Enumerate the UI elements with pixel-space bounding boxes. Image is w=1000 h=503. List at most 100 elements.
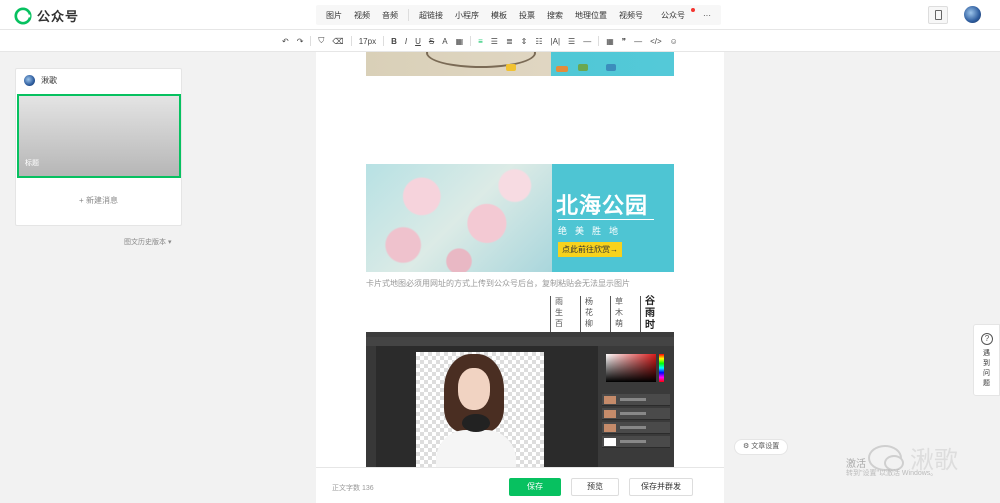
help-widget[interactable]: ? 遇到问题 <box>973 324 1000 396</box>
cherry-blossom-image <box>366 164 552 272</box>
banner-cta[interactable]: 点此前往欣赏→ <box>558 242 622 257</box>
ferris-wheel-image[interactable] <box>366 52 674 76</box>
ps-optionsbar <box>366 337 674 346</box>
vertical-text-column-title: 谷雨时 <box>645 296 655 331</box>
top-bar: 公众号 图片 视频 音频 超链接 小程序 模板 投票 搜索 地理位置 视频号 公… <box>0 0 1000 30</box>
ps-layer-row <box>602 436 670 448</box>
toolbar-divider <box>350 36 352 46</box>
ps-layer-row <box>602 408 670 420</box>
insert-link-menu[interactable]: 超链接 <box>413 10 449 21</box>
phone-preview-button[interactable] <box>928 6 948 24</box>
image-caption: 卡片式地图必须用网址的方式上传到公众号后台，复制粘贴会无法显示图片 <box>366 279 630 288</box>
ps-layer-row <box>602 422 670 434</box>
divider-icon[interactable]: — <box>579 37 595 46</box>
preview-button[interactable]: 预览 <box>571 478 619 496</box>
account-row: 湫歌 <box>24 75 57 86</box>
quote-icon[interactable]: ❞ <box>618 37 630 46</box>
windows-activate-subtext: 转到"设置"以激活 Windows。 <box>846 470 938 477</box>
undo-icon[interactable]: ↶ <box>278 37 293 46</box>
vertical-text-rule <box>580 296 581 336</box>
word-count: 正文字数 136 <box>332 485 374 492</box>
toolbar-divider <box>383 36 385 46</box>
save-button[interactable]: 保存 <box>509 478 561 496</box>
format-toolbar: ↶ ↷ ⛉ ⌫ 17px B I U S A ▦ ≡ ☰ ≣ ⇕ ☷ |A| ☰… <box>0 30 1000 52</box>
insert-menu: 图片 视频 音频 超链接 小程序 模板 投票 搜索 地理位置 视频号 公众号 ·… <box>316 5 721 25</box>
more-menu[interactable]: ··· <box>697 11 717 20</box>
format-painter-icon[interactable]: ⛉ <box>314 36 328 46</box>
beihai-park-banner[interactable]: 北海公园 绝美胜地 点此前往欣赏→ <box>366 164 674 272</box>
insert-audio-menu[interactable]: 音频 <box>376 10 404 21</box>
vertical-text-rule <box>550 296 551 336</box>
headphones-shape <box>462 414 490 432</box>
indent-icon[interactable]: ☰ <box>487 37 502 46</box>
phone-icon <box>935 10 942 20</box>
vertical-text-column: 草木萌 <box>615 297 623 328</box>
italic-button[interactable]: I <box>401 37 411 46</box>
toolbar-divider <box>470 36 472 46</box>
table-icon[interactable]: ▦ <box>602 37 618 46</box>
hr-icon[interactable]: — <box>630 37 646 46</box>
insert-miniprogram-menu[interactable]: 小程序 <box>449 10 485 21</box>
banner-panel: 北海公园 绝美胜地 点此前往欣赏→ <box>552 164 674 272</box>
insert-channels-menu[interactable]: 视频号 <box>613 10 649 21</box>
account-avatar <box>24 75 35 86</box>
official-account-label: 公众号 <box>661 10 685 20</box>
insert-vote-menu[interactable]: 投票 <box>513 10 541 21</box>
new-message-button[interactable]: + 新建消息 <box>16 195 181 206</box>
code-icon[interactable]: </> <box>646 37 666 46</box>
cover-title: 标题 <box>25 160 39 167</box>
ps-layer-row <box>602 394 670 406</box>
insert-template-menu[interactable]: 模板 <box>485 10 513 21</box>
app-logo[interactable]: 公众号 <box>14 6 79 25</box>
paragraph-spacing-icon[interactable]: ☷ <box>531 37 546 46</box>
redo-icon[interactable]: ↷ <box>293 37 308 46</box>
letter-spacing-icon[interactable]: |A| <box>547 37 565 46</box>
gondola-shape <box>506 64 516 71</box>
portrait-face <box>458 368 490 410</box>
gondola-shape <box>578 64 588 71</box>
save-and-publish-button[interactable]: 保存并群发 <box>629 478 693 496</box>
insert-location-menu[interactable]: 地理位置 <box>569 10 613 21</box>
insert-image-menu[interactable]: 图片 <box>320 10 348 21</box>
wechat-icon <box>868 444 904 471</box>
strikethrough-button[interactable]: S <box>425 37 438 46</box>
article-settings-button[interactable]: ⚙ 文章设置 <box>734 439 789 455</box>
clear-format-icon[interactable]: ⌫ <box>328 37 347 46</box>
list-icon[interactable]: ☰ <box>564 37 579 46</box>
insert-official-account-menu[interactable]: 公众号 <box>649 7 697 21</box>
highlight-icon[interactable]: ▦ <box>452 37 468 46</box>
article-settings-label: 文章设置 <box>751 443 780 450</box>
gondola-shape <box>556 66 568 72</box>
vertical-text-column: 雨生百 <box>555 297 563 328</box>
article-cover-card[interactable]: 标题 <box>17 94 181 178</box>
wechat-official-logo-icon <box>14 6 32 25</box>
insert-video-menu[interactable]: 视频 <box>348 10 376 21</box>
align-center-icon[interactable]: ≣ <box>502 37 517 46</box>
toolbar-divider <box>310 36 312 46</box>
ps-color-picker <box>606 354 656 382</box>
account-name: 湫歌 <box>41 76 57 85</box>
help-label: 遇到问题 <box>983 350 990 387</box>
font-color-button[interactable]: A <box>438 37 451 46</box>
underline-button[interactable]: U <box>411 37 425 46</box>
ps-toolbox <box>366 346 376 467</box>
insert-search-menu[interactable]: 搜索 <box>541 10 569 21</box>
user-avatar[interactable] <box>964 6 981 23</box>
app-title: 公众号 <box>37 9 80 24</box>
photoshop-screenshot-image[interactable] <box>366 332 674 467</box>
emoji-icon[interactable]: ☺ <box>666 37 682 46</box>
align-left-icon[interactable]: ≡ <box>474 37 487 46</box>
bold-button[interactable]: B <box>387 37 401 46</box>
article-list-panel: 湫歌 标题 + 新建消息 <box>15 68 182 226</box>
history-versions-link[interactable]: 图文历史版本 ▾ <box>124 237 171 247</box>
banner-subtitle: 绝美胜地 <box>558 226 627 236</box>
ferris-wheel-shape <box>426 52 536 68</box>
menu-divider <box>408 9 409 21</box>
font-size-select[interactable]: 17px <box>355 37 380 46</box>
vertical-text-rule <box>610 296 611 336</box>
new-dot-badge <box>691 7 695 12</box>
line-height-icon[interactable]: ⇕ <box>517 37 532 46</box>
article-editor[interactable]: 北海公园 绝美胜地 点此前往欣赏→ 卡片式地图必须用网址的方式上传到公众号后台，… <box>316 52 724 467</box>
ps-hue-slider <box>659 354 664 382</box>
vertical-text-column: 杨花柳 <box>585 297 593 328</box>
